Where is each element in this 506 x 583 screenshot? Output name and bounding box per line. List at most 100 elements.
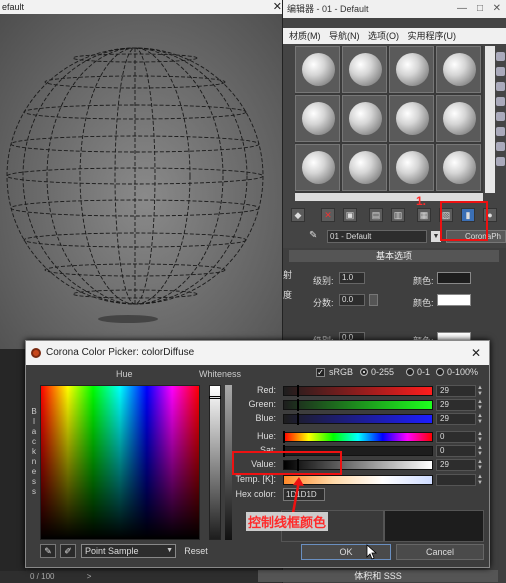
eyedropper-icon[interactable]: ✎ [40, 544, 56, 558]
material-slot[interactable] [436, 46, 481, 93]
rollout-header[interactable]: 基本选项 [289, 250, 499, 262]
srgb-label: sRGB [329, 367, 354, 377]
value-value[interactable]: 29 [436, 459, 476, 471]
hue-spinner[interactable]: ▲ ▼ [476, 431, 484, 443]
temperature-row: Temp. [K]: ▲ ▼ [221, 474, 486, 486]
video-check-icon[interactable] [496, 112, 505, 121]
get-material-icon[interactable]: ◆ [291, 208, 305, 222]
fraction-spinner[interactable]: 0.0 [339, 294, 365, 306]
green-value[interactable]: 29 [436, 399, 476, 411]
cancel-button[interactable]: Cancel [396, 544, 484, 560]
red-slider[interactable] [283, 386, 433, 396]
diffuse-color-swatch[interactable] [437, 272, 471, 284]
translucency-row: 分数: 0.0 颜色: [291, 294, 501, 308]
material-slot-grid [295, 46, 483, 193]
chevron-down-icon: ▼ [166, 547, 173, 554]
range-0-255-radio[interactable] [360, 368, 368, 376]
background-icon[interactable] [496, 82, 505, 91]
green-slider[interactable] [283, 400, 433, 410]
material-id-icon[interactable]: ▤ [369, 208, 383, 222]
options-icon[interactable] [496, 142, 505, 151]
level-spinner[interactable]: 1.0 [339, 272, 365, 284]
screen-picker-icon[interactable]: ✐ [60, 544, 76, 558]
material-slot[interactable] [295, 46, 340, 93]
green-spinner[interactable]: ▲ ▼ [476, 399, 484, 411]
material-slot[interactable] [295, 144, 340, 191]
sample-type-icon[interactable] [496, 52, 505, 61]
range-percent-radio[interactable] [436, 368, 444, 376]
menu-navigation[interactable]: 导航(N) [329, 28, 360, 44]
hue-row: Hue: 0 ▲ ▼ [221, 431, 486, 443]
hue-slider-handle[interactable] [283, 431, 285, 443]
volume-sss-rollout-header[interactable]: 体积和 SSS [258, 570, 498, 582]
sample-mode-select[interactable]: Point Sample ▼ [81, 544, 176, 558]
eyedropper-icon[interactable]: ✎ [309, 230, 317, 241]
blue-slider-handle[interactable] [297, 413, 299, 425]
minimize-icon[interactable]: — [457, 0, 467, 18]
hue-value[interactable]: 0 [436, 431, 476, 443]
value-spinner[interactable]: ▲ ▼ [476, 459, 484, 471]
red-slider-handle[interactable] [297, 385, 299, 397]
material-editor-title-bar: 编辑器 - 01 - Default — □ ✕ [283, 0, 506, 18]
hue-slider[interactable] [283, 432, 433, 442]
srgb-checkbox[interactable]: ✓ [316, 368, 325, 377]
whiteness-slider[interactable] [209, 385, 221, 540]
map-button[interactable] [369, 294, 378, 306]
close-icon[interactable]: ✕ [471, 341, 481, 365]
material-slot[interactable] [436, 95, 481, 142]
hue-blackness-field[interactable] [40, 385, 200, 540]
corona-logo-icon [31, 348, 41, 358]
blue-value[interactable]: 29 [436, 413, 476, 425]
sat-spinner[interactable]: ▲ ▼ [476, 445, 484, 457]
menu-utilities[interactable]: 实用程序(U) [408, 28, 457, 44]
material-slot[interactable] [436, 144, 481, 191]
material-slot[interactable] [342, 95, 387, 142]
delete-icon[interactable]: ✕ [321, 208, 335, 222]
material-slot[interactable] [389, 46, 434, 93]
slot-grid-horizontal-scrollbar[interactable] [295, 193, 483, 201]
temperature-value[interactable] [436, 474, 476, 486]
render-status-bar: 0 / 100 > [0, 571, 290, 583]
maximize-icon[interactable]: □ [477, 0, 483, 18]
close-icon[interactable]: ✕ [273, 0, 282, 14]
blue-spinner[interactable]: ▲ ▼ [476, 413, 484, 425]
hue-label: Hue: [256, 431, 276, 441]
green-slider-handle[interactable] [297, 399, 299, 411]
render-window-title-bar: efault ✕ [0, 0, 290, 14]
render-viewport[interactable] [0, 14, 290, 349]
range-0-1-radio[interactable] [406, 368, 414, 376]
material-slot[interactable] [342, 144, 387, 191]
menu-material[interactable]: 材质(M) [289, 28, 321, 44]
fraction-label: 分数: [313, 298, 334, 308]
backlight-icon[interactable] [496, 67, 505, 76]
unique-icon[interactable]: ▥ [391, 208, 405, 222]
show-in-viewport-icon[interactable]: ▦ [417, 208, 431, 222]
temperature-spinner[interactable]: ▲ ▼ [476, 474, 484, 486]
green-label: Green: [248, 399, 276, 409]
range-percent-label: 0-100% [447, 367, 479, 377]
sat-value[interactable]: 0 [436, 445, 476, 457]
uv-tiling-icon[interactable] [496, 97, 505, 106]
whiteness-slider-handle[interactable] [209, 396, 221, 399]
render-left-panel [0, 349, 26, 583]
red-spinner[interactable]: ▲ ▼ [476, 385, 484, 397]
frame-counter: 0 / 100 [30, 572, 55, 581]
material-slot[interactable] [342, 46, 387, 93]
red-value[interactable]: 29 [436, 385, 476, 397]
material-slot[interactable] [389, 144, 434, 191]
reset-button[interactable]: Reset [181, 544, 211, 558]
wireframe-sphere [6, 47, 264, 323]
material-slot[interactable] [389, 95, 434, 142]
menu-options[interactable]: 选项(O) [368, 28, 399, 44]
next-arrow[interactable]: > [87, 572, 92, 581]
material-slot[interactable] [295, 95, 340, 142]
put-to-library-icon[interactable]: ▣ [343, 208, 357, 222]
material-name-field[interactable]: 01 - Default [327, 230, 427, 243]
slot-grid-scrollbar[interactable] [485, 46, 495, 193]
select-by-material-icon[interactable] [496, 157, 505, 166]
translucency-color-swatch[interactable] [437, 294, 471, 306]
blue-slider[interactable] [283, 414, 433, 424]
preview-icon[interactable] [496, 127, 505, 136]
color-label: 颜色: [413, 298, 434, 308]
close-icon[interactable]: ✕ [493, 0, 501, 18]
